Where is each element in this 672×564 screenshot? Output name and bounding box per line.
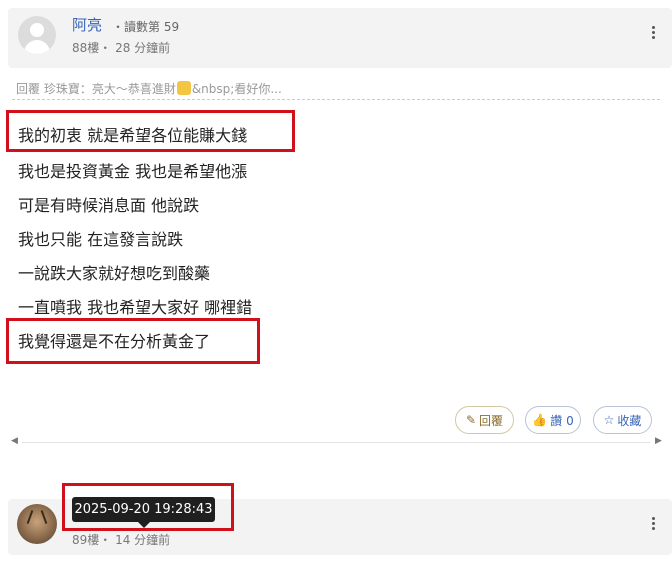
scroll-track[interactable] bbox=[22, 442, 650, 443]
floor-time[interactable]: 88樓・ 28 分鐘前 bbox=[72, 39, 170, 56]
content-line: 一直噴我 我也希望大家好 哪裡錯 bbox=[18, 298, 253, 317]
scroll-right-arrow[interactable]: ▶ bbox=[655, 436, 662, 446]
content-line: 一說跌大家就好想吃到酸藥 bbox=[18, 264, 211, 283]
quote-suffix: &nbsp;看好你 bbox=[191, 82, 271, 96]
post-header bbox=[8, 8, 672, 68]
avatar[interactable] bbox=[18, 16, 56, 54]
username[interactable]: 阿亮 bbox=[72, 14, 102, 35]
reply-button[interactable]: ✎ 回覆 bbox=[455, 406, 514, 434]
reply-quote[interactable]: 回覆 珍珠寶：亮大～恭喜進財 &nbsp;看好你... bbox=[16, 80, 282, 97]
read-count: ・讀數第 59 bbox=[112, 20, 180, 34]
quote-prefix: 回覆 珍珠寶：亮大～恭喜進財 bbox=[16, 82, 176, 96]
more-options-icon[interactable] bbox=[652, 517, 656, 532]
floor-time[interactable]: 89樓・ 14 分鐘前 bbox=[72, 531, 170, 548]
highlight-box bbox=[6, 318, 260, 364]
thumbs-up-icon: 👍 bbox=[532, 413, 548, 427]
content-line: 我也只能 在這發言說跌 bbox=[18, 230, 184, 249]
scroll-left-arrow[interactable]: ◀ bbox=[11, 436, 18, 446]
highlight-box bbox=[62, 483, 234, 531]
content-line: 可是有時候消息面 他說跌 bbox=[18, 196, 200, 215]
divider bbox=[12, 99, 660, 100]
like-button[interactable]: 👍 讚 0 bbox=[525, 406, 581, 434]
star-icon: ☆ bbox=[603, 413, 615, 427]
emoji-icon bbox=[176, 81, 191, 95]
quote-ellipsis: ... bbox=[270, 82, 282, 96]
pencil-icon: ✎ bbox=[465, 413, 477, 427]
content-line: 我也是投資黃金 我也是希望他漲 bbox=[18, 162, 248, 181]
save-button[interactable]: ☆ 收藏 bbox=[593, 406, 652, 434]
highlight-box bbox=[6, 110, 295, 152]
more-options-icon[interactable] bbox=[652, 26, 656, 41]
avatar[interactable] bbox=[17, 504, 57, 544]
